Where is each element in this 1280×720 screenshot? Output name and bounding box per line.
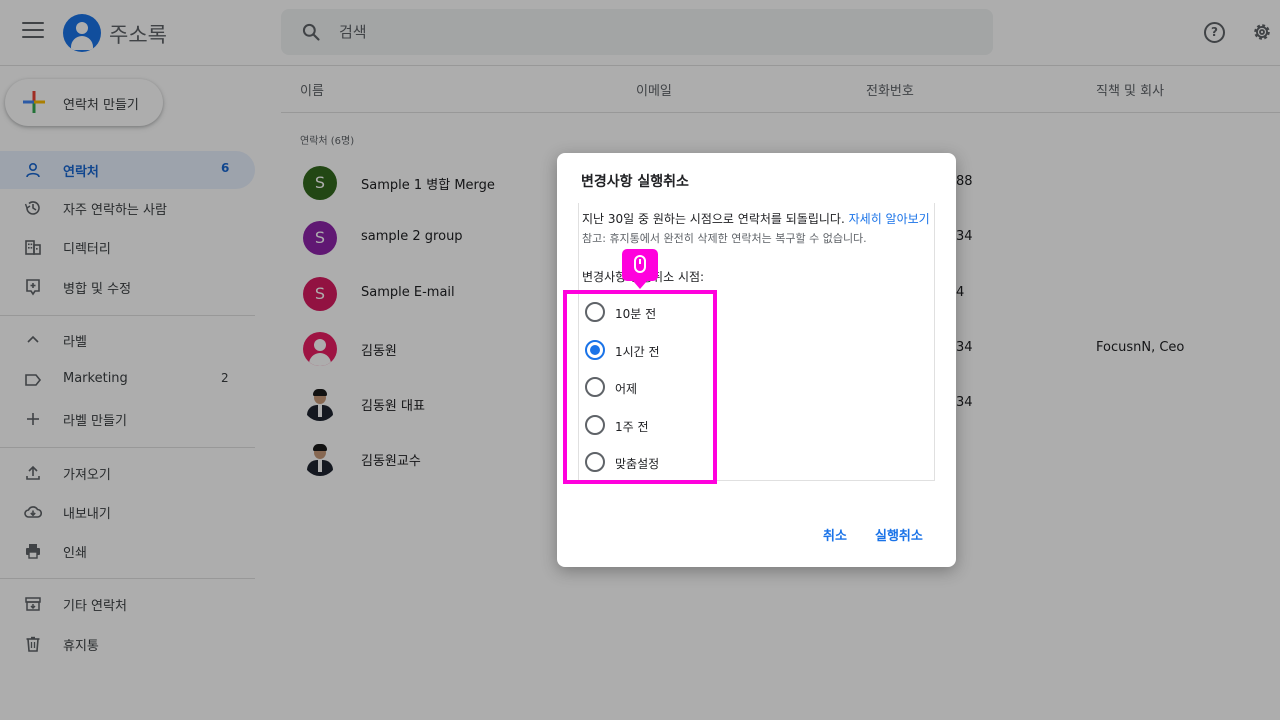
- learn-more-link[interactable]: 자세히 알아보기: [849, 212, 930, 226]
- mouse-click-badge: [622, 249, 658, 289]
- dialog-title: 변경사항 실행취소: [581, 174, 689, 190]
- dialog-note: 참고: 휴지통에서 완전히 삭제한 연락처는 복구할 수 없습니다.: [582, 232, 867, 245]
- dialog-description-text: 지난 30일 중 원하는 시점으로 연락처를 되돌립니다.: [582, 212, 845, 226]
- mouse-icon: [634, 255, 646, 273]
- cancel-button[interactable]: 취소: [823, 525, 847, 544]
- undo-confirm-button[interactable]: 실행취소: [875, 525, 923, 544]
- highlight-annotation-box: [563, 290, 717, 484]
- dialog-description: 지난 30일 중 원하는 시점으로 연락처를 되돌립니다. 자세히 알아보기: [582, 210, 930, 227]
